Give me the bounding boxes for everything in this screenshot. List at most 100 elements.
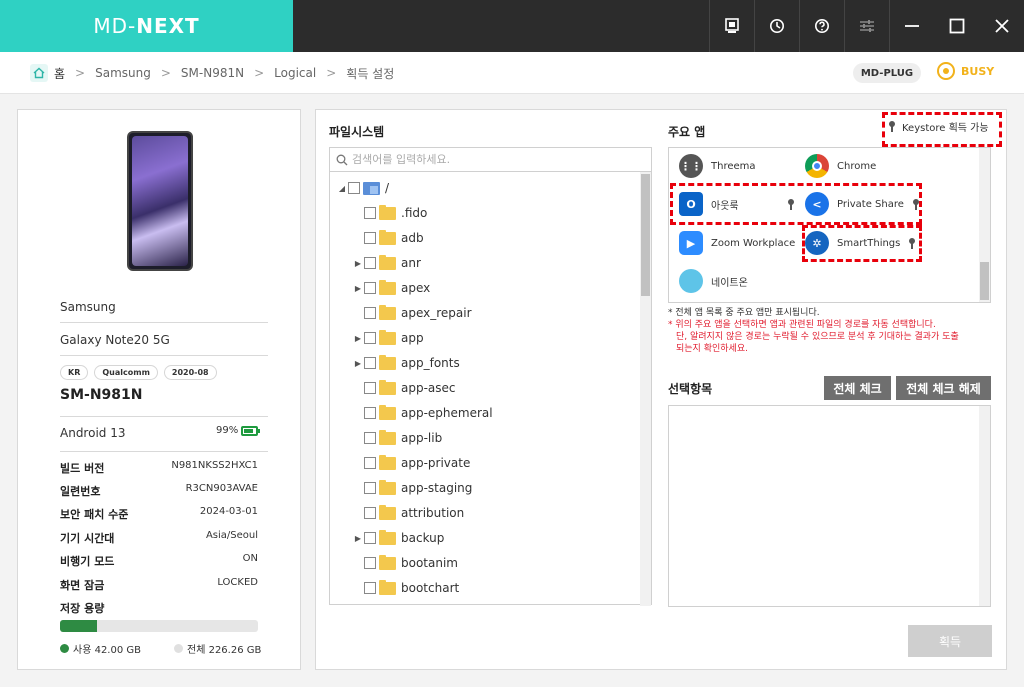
- settings-sliders-icon[interactable]: [844, 0, 889, 52]
- folder-icon: [379, 379, 396, 395]
- checkbox[interactable]: [364, 382, 376, 394]
- report-icon[interactable]: [709, 0, 754, 52]
- tree-folder[interactable]: .fido: [352, 204, 427, 222]
- scrollbar-thumb[interactable]: [980, 262, 989, 300]
- check-all-button[interactable]: 전체 체크: [824, 376, 891, 400]
- close-icon[interactable]: [979, 0, 1024, 52]
- folder-name: app-asec: [401, 381, 456, 395]
- app-item-chrome[interactable]: Chrome: [805, 154, 876, 178]
- tree-folder[interactable]: ▶ apex: [352, 279, 430, 297]
- filesystem-search: [330, 148, 651, 172]
- checkbox[interactable]: [364, 507, 376, 519]
- expand-arrow-icon[interactable]: ▶: [352, 534, 364, 543]
- device-tags: KR Qualcomm 2020-08: [60, 365, 217, 380]
- tree-folder[interactable]: ▶ anr: [352, 254, 421, 272]
- app-item-threema[interactable]: ⋮⋮ Threema: [679, 154, 756, 178]
- apps-scrollbar[interactable]: [979, 148, 990, 302]
- folder-name: app-staging: [401, 481, 473, 495]
- tree-folder[interactable]: bootanim: [352, 554, 458, 572]
- expand-arrow-icon[interactable]: ▶: [352, 284, 364, 293]
- checkbox[interactable]: [364, 582, 376, 594]
- search-icon: [336, 154, 348, 165]
- expand-arrow-icon[interactable]: ▶: [352, 259, 364, 268]
- tree-folder[interactable]: app-asec: [352, 379, 456, 397]
- breadcrumb-item[interactable]: Samsung: [95, 66, 151, 80]
- tree-folder[interactable]: attribution: [352, 504, 464, 522]
- tree-folder[interactable]: apex_repair: [352, 304, 472, 322]
- folder-icon: [379, 504, 396, 520]
- folder-name: backup: [401, 531, 445, 545]
- drive-icon: [363, 181, 380, 195]
- apps-notes: * 전체 앱 목록 중 주요 앱만 표시됩니다. * 위의 주요 앱을 선택하면…: [668, 307, 959, 355]
- chevron-right-icon: >: [326, 66, 337, 80]
- warning-text: 되는지 확인하세요.: [676, 344, 748, 354]
- warning-text: 단, 알려지지 않은 경로는 누락될 수 있으므로 분석 후 기대하는 결과가 …: [676, 332, 959, 342]
- folder-icon: [379, 354, 396, 370]
- breadcrumb-home[interactable]: 홈: [54, 65, 65, 82]
- battery-level: 99%: [216, 425, 239, 436]
- home-icon[interactable]: [30, 64, 48, 82]
- app-item-nateon[interactable]: 네이트온: [679, 269, 748, 293]
- tree-folder[interactable]: app-staging: [352, 479, 472, 497]
- folder-name: app-private: [401, 456, 471, 470]
- expand-arrow-icon[interactable]: ▶: [352, 334, 364, 343]
- uncheck-all-button[interactable]: 전체 체크 해제: [896, 376, 991, 400]
- folder-name: apex: [401, 281, 431, 295]
- checkbox[interactable]: [364, 357, 376, 369]
- checkbox[interactable]: [348, 182, 360, 194]
- tree-folder[interactable]: ▶ backup: [352, 529, 444, 547]
- checkbox[interactable]: [364, 557, 376, 569]
- breadcrumb-item[interactable]: Logical: [274, 66, 316, 80]
- info-row-build: 빌드 버전 N981NKSS2HXC1: [60, 460, 258, 475]
- chevron-right-icon: >: [160, 66, 171, 80]
- search-input[interactable]: [352, 153, 632, 166]
- checkbox[interactable]: [364, 257, 376, 269]
- key-apps-title: 주요 앱: [668, 125, 706, 139]
- checkbox[interactable]: [364, 332, 376, 344]
- acquire-button[interactable]: 획득: [908, 625, 992, 657]
- md-plug-badge[interactable]: MD-PLUG: [853, 63, 921, 83]
- tree-folder[interactable]: app-ephemeral: [352, 404, 493, 422]
- filesystem-tree: ◢ / .fido adb ▶ anr ▶ apex apex_repair ▶ app ▶ app…: [330, 175, 640, 605]
- checkbox[interactable]: [364, 207, 376, 219]
- busy-status: BUSY: [937, 62, 994, 80]
- app-item-zoom[interactable]: ▶ Zoom Workplace: [679, 231, 795, 255]
- checkbox[interactable]: [364, 282, 376, 294]
- checkbox[interactable]: [364, 532, 376, 544]
- minimize-icon[interactable]: [889, 0, 934, 52]
- help-icon[interactable]: [799, 0, 844, 52]
- chevron-right-icon: >: [75, 66, 86, 80]
- tree-folder[interactable]: app-private: [352, 454, 470, 472]
- checkbox[interactable]: [364, 482, 376, 494]
- checkbox[interactable]: [364, 232, 376, 244]
- scrollbar-thumb[interactable]: [641, 174, 650, 296]
- checkbox[interactable]: [364, 307, 376, 319]
- checkbox[interactable]: [364, 457, 376, 469]
- checkbox[interactable]: [364, 432, 376, 444]
- folder-name: adb: [401, 231, 424, 245]
- battery-icon: [241, 425, 261, 436]
- tag-release: 2020-08: [163, 365, 217, 380]
- history-icon[interactable]: [754, 0, 799, 52]
- tree-folder[interactable]: adb: [352, 229, 424, 247]
- tree-root[interactable]: ◢ /: [336, 179, 389, 197]
- maximize-icon[interactable]: [934, 0, 979, 52]
- tree-folder[interactable]: ▶ app: [352, 329, 424, 347]
- folder-icon: [379, 479, 396, 495]
- checkbox[interactable]: [364, 407, 376, 419]
- storage-total-legend: 전체 226.26 GB: [174, 641, 261, 656]
- highlight-keystore-smartthings: [802, 225, 922, 262]
- storage-bar: [60, 620, 258, 632]
- collapse-arrow-icon[interactable]: ◢: [336, 184, 348, 193]
- tree-folder[interactable]: bootchart: [352, 579, 459, 597]
- tree-folder[interactable]: ▶ app_fonts: [352, 354, 460, 372]
- selection-scrollbar[interactable]: [979, 406, 990, 606]
- breadcrumb-item: 획득 설정: [346, 66, 395, 81]
- filesystem-scrollbar[interactable]: [640, 172, 651, 606]
- breadcrumb-item[interactable]: SM-N981N: [181, 66, 244, 80]
- tree-folder[interactable]: app-lib: [352, 429, 442, 447]
- storage-used-fill: [60, 620, 97, 632]
- expand-arrow-icon[interactable]: ▶: [352, 359, 364, 368]
- device-name: Galaxy Note20 5G: [60, 333, 170, 347]
- selected-items-list: [668, 405, 991, 607]
